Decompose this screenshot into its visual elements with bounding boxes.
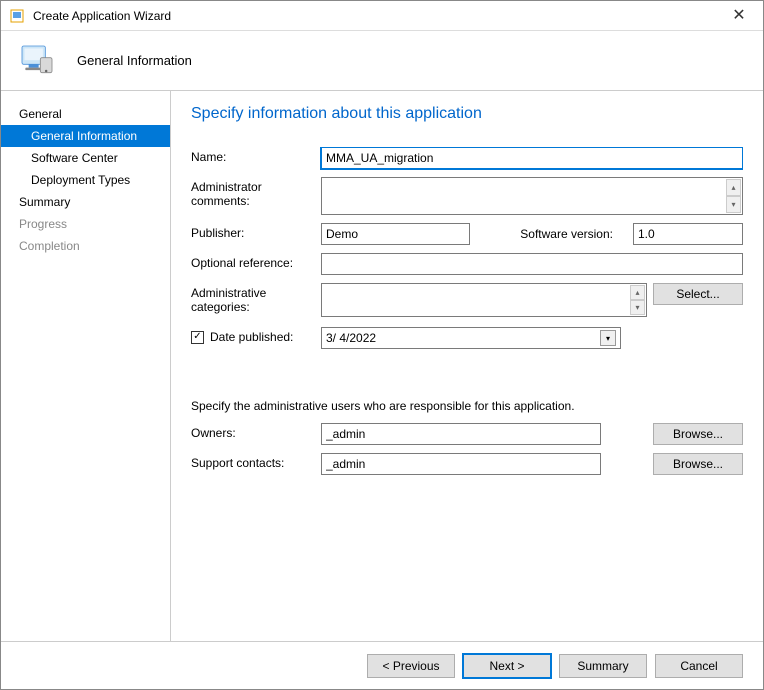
spin-down-icon[interactable]: ▾: [630, 300, 645, 315]
date-published-input[interactable]: 3/ 4/2022 ▾: [321, 327, 621, 349]
wizard-footer: < Previous Next > Summary Cancel: [1, 641, 763, 689]
wizard-main: Specify information about this applicati…: [171, 91, 763, 641]
software-version-input[interactable]: [633, 223, 743, 245]
software-version-label: Software version:: [520, 227, 613, 241]
next-button[interactable]: Next >: [463, 654, 551, 678]
publisher-label: Publisher:: [191, 223, 321, 240]
wizard-window: Create Application Wizard ✕ General Info…: [0, 0, 764, 690]
summary-button[interactable]: Summary: [559, 654, 647, 678]
titlebar: Create Application Wizard ✕: [1, 1, 763, 31]
select-categories-button[interactable]: Select...: [653, 283, 743, 305]
date-published-label: Date published:: [210, 330, 293, 344]
previous-button[interactable]: < Previous: [367, 654, 455, 678]
admin-comments-input[interactable]: ▴ ▾: [321, 177, 743, 215]
optional-reference-label: Optional reference:: [191, 253, 321, 270]
admin-categories-input[interactable]: ▴ ▾: [321, 283, 647, 317]
sidebar-item-general-information[interactable]: General Information: [1, 125, 170, 147]
calendar-dropdown-icon[interactable]: ▾: [600, 330, 616, 346]
wizard-sidebar: General General Information Software Cen…: [1, 91, 171, 641]
step-title: General Information: [77, 53, 192, 68]
page-title: Specify information about this applicati…: [191, 105, 743, 123]
spin-up-icon[interactable]: ▴: [630, 285, 645, 300]
owners-label: Owners:: [191, 423, 321, 440]
responsible-users-instruction: Specify the administrative users who are…: [191, 399, 743, 413]
support-contacts-input[interactable]: [321, 453, 601, 475]
admin-comments-label: Administrator comments:: [191, 177, 321, 208]
owners-input[interactable]: [321, 423, 601, 445]
browse-support-contacts-button[interactable]: Browse...: [653, 453, 743, 475]
sidebar-item-deployment-types[interactable]: Deployment Types: [1, 169, 170, 191]
admin-categories-label: Administrative categories:: [191, 283, 321, 314]
sidebar-group-completion: Completion: [1, 235, 170, 257]
window-title: Create Application Wizard: [33, 9, 723, 23]
sidebar-group-summary[interactable]: Summary: [1, 191, 170, 213]
check-icon: ✓: [193, 332, 201, 342]
name-label: Name:: [191, 147, 321, 164]
sidebar-group-progress: Progress: [1, 213, 170, 235]
name-input[interactable]: [321, 147, 743, 169]
date-published-checkbox[interactable]: ✓: [191, 331, 204, 344]
close-button[interactable]: ✕: [723, 8, 755, 24]
spin-up-icon[interactable]: ▴: [726, 179, 741, 196]
optional-reference-input[interactable]: [321, 253, 743, 275]
computer-icon: [17, 41, 57, 81]
app-icon: [9, 8, 25, 24]
cancel-button[interactable]: Cancel: [655, 654, 743, 678]
support-contacts-label: Support contacts:: [191, 453, 321, 470]
publisher-input[interactable]: [321, 223, 470, 245]
browse-owners-button[interactable]: Browse...: [653, 423, 743, 445]
sidebar-item-software-center[interactable]: Software Center: [1, 147, 170, 169]
sidebar-group-general[interactable]: General: [1, 103, 170, 125]
spin-down-icon[interactable]: ▾: [726, 196, 741, 213]
wizard-header: General Information: [1, 31, 763, 91]
date-published-value: 3/ 4/2022: [326, 331, 376, 345]
